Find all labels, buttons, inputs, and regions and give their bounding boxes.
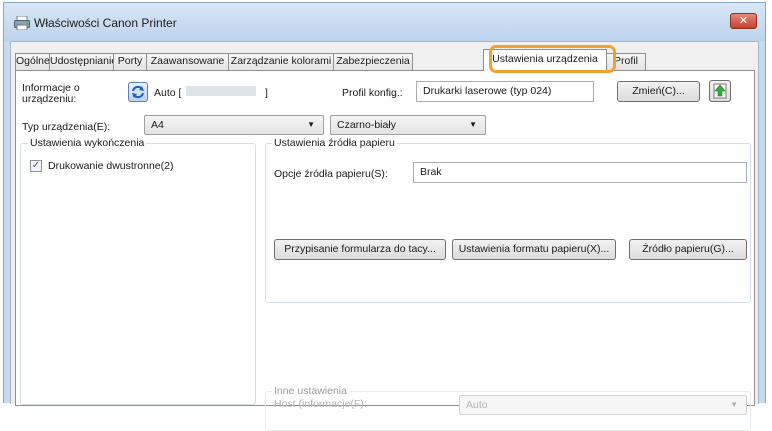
device-info-label-line2: urządzeniu: [22, 93, 77, 105]
refresh-icon [132, 85, 144, 99]
device-info-label: Informacje o urządzeniu: [22, 83, 80, 105]
tab-advanced[interactable]: Zaawansowane [146, 53, 229, 70]
close-button[interactable]: ✕ [730, 13, 757, 29]
device-type-label: Typ urządzenia(E): [22, 121, 111, 133]
finishing-settings-title: Ustawienia wykończenia [28, 137, 147, 149]
chevron-down-icon: ▼ [730, 400, 738, 409]
device-model-value: A4 [151, 119, 164, 131]
upload-profile-button[interactable] [709, 80, 731, 102]
config-profile-field: Drukarki laserowe (typ 024) [416, 81, 594, 102]
config-profile-label: Profil konfig.: [342, 87, 403, 99]
host-info-label: Host (informacje(F): [274, 398, 367, 410]
host-info-select[interactable]: Auto ▼ [459, 395, 747, 415]
host-info-value: Auto [466, 399, 488, 411]
active-tab-highlight [489, 45, 616, 73]
tab-security[interactable]: Zabezpieczenia [333, 53, 413, 70]
title-bar[interactable]: Właściwości Canon Printer ✕ [4, 3, 765, 41]
tab-ports[interactable]: Porty [113, 53, 147, 70]
other-settings-title: Inne ustawienia [272, 385, 349, 397]
paper-source-option-field: Brak [413, 162, 747, 183]
paper-source-button[interactable]: Źródło papieru(G)... [629, 239, 747, 260]
color-mode-select[interactable]: Czarno-biały ▼ [330, 115, 486, 135]
color-mode-value: Czarno-biały [337, 119, 396, 131]
window-title: Właściwości Canon Printer [34, 16, 177, 30]
device-auto-suffix: ] [265, 87, 268, 99]
duplex-checkbox[interactable]: ✓ [30, 160, 42, 172]
finishing-settings-group [20, 143, 256, 405]
properties-window: Właściwości Canon Printer ✕ Ogólne Udost… [3, 2, 766, 431]
tab-strip: Ogólne Udostępnianie Porty Zaawansowane … [15, 48, 755, 71]
duplex-label[interactable]: Drukowanie dwustronne(2) [48, 160, 173, 172]
device-settings-page: Informacje o urządzeniu: Auto [ ] Profil… [15, 70, 755, 431]
assign-form-to-tray-button[interactable]: Przypisanie formularza do tacy... [274, 239, 446, 260]
upload-arrow-icon [713, 83, 727, 99]
printer-icon [14, 16, 30, 30]
paper-source-option-label: Opcje źródła papieru(S): [274, 168, 388, 180]
paper-format-settings-button[interactable]: Ustawienia formatu papieru(X)... [452, 239, 616, 260]
refresh-device-info-button[interactable] [128, 82, 148, 102]
device-auto-prefix: Auto [ [154, 87, 182, 99]
chevron-down-icon: ▼ [469, 120, 477, 129]
device-model-select[interactable]: A4 ▼ [144, 115, 324, 135]
chevron-down-icon: ▼ [307, 120, 315, 129]
tab-color-management[interactable]: Zarządzanie kolorami [228, 53, 334, 70]
tab-sharing[interactable]: Udostępnianie [49, 53, 114, 70]
redacted-device-name [186, 86, 256, 96]
dialog-client: Ogólne Udostępnianie Porty Zaawansowane … [10, 41, 759, 431]
change-profile-button[interactable]: Zmień(C)... [617, 81, 700, 102]
tab-general[interactable]: Ogólne [15, 53, 50, 70]
paper-source-title: Ustawienia źródła papieru [272, 137, 397, 149]
